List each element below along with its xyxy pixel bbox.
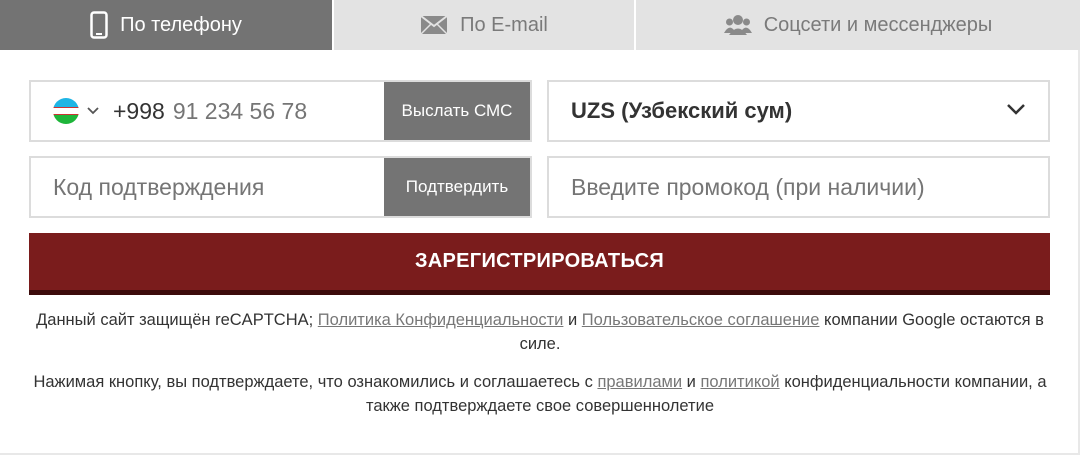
tab-social-label: Соцсети и мессенджеры [763,13,993,36]
currency-select[interactable]: UZS (Узбекский сум) [547,80,1050,142]
uzbekistan-flag-icon[interactable] [53,98,79,124]
registration-form: +998 Выслать СМС UZS (Узбекский сум) Под… [0,50,1080,455]
confirm-button[interactable]: Подтвердить [384,158,530,216]
confirmation-code-input[interactable] [53,173,373,201]
tab-phone-label: По телефону [120,13,242,36]
terms-link[interactable]: Пользовательское соглашение [582,311,820,329]
rules-link[interactable]: правилами [597,373,682,391]
agreement-and: и [682,373,701,391]
recaptcha-notice: Данный сайт защищён reCAPTCHA; Политика … [30,308,1050,356]
confirmation-code-field: Подтвердить [29,156,532,218]
phone-input[interactable] [172,97,363,125]
tab-email-label: По E-mail [460,13,548,36]
chevron-down-icon [1006,102,1026,120]
recaptcha-prefix: Данный сайт защищён reCAPTCHA; [36,311,318,329]
smartphone-icon [90,11,108,39]
tab-phone[interactable]: По телефону [0,0,332,50]
register-button[interactable]: ЗАРЕГИСТРИРОВАТЬСЯ [29,233,1050,295]
phone-field: +998 Выслать СМС [29,80,532,142]
privacy-link[interactable]: политикой [700,373,779,391]
promo-code-input[interactable] [571,173,1031,201]
tab-social[interactable]: Соцсети и мессенджеры [634,0,1080,50]
envelope-icon [420,15,448,35]
send-sms-button[interactable]: Выслать СМС [384,82,530,140]
currency-value: UZS (Узбекский сум) [571,98,793,123]
country-code: +998 [113,97,165,124]
chevron-down-icon[interactable] [87,102,99,120]
recaptcha-and: и [563,311,582,329]
agreement-prefix: Нажимая кнопку, вы подтверждаете, что оз… [33,373,598,391]
tab-email[interactable]: По E-mail [332,0,634,50]
promo-field [547,156,1050,218]
agreement-notice: Нажимая кнопку, вы подтверждаете, что оз… [30,370,1050,418]
registration-tabs: По телефону По E-mail Соцсети и мессендж… [0,0,1080,50]
privacy-policy-link[interactable]: Политика Конфиденциальности [318,311,564,329]
users-icon [723,14,752,36]
